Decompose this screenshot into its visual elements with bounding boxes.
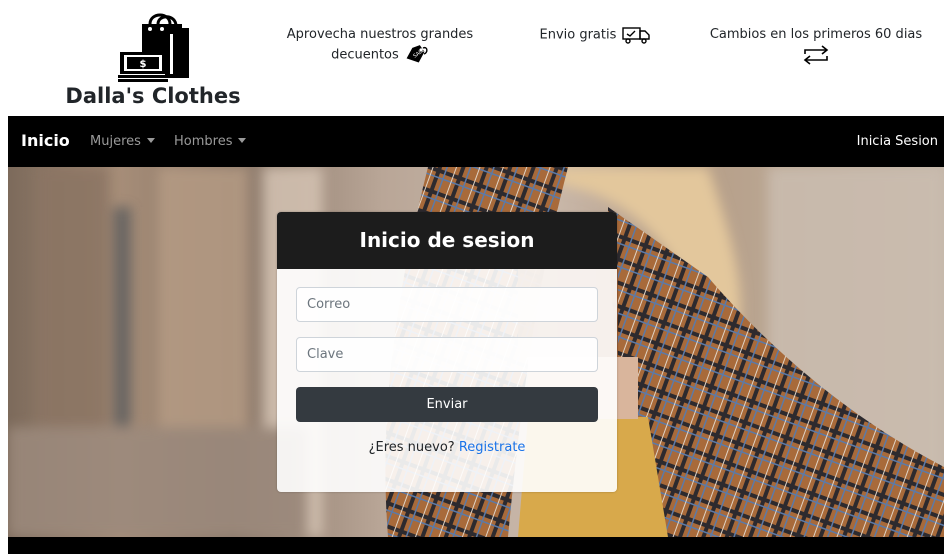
brand[interactable]: $ Dalla's Clothes [58,4,248,114]
exchange-arrows-icon [803,45,829,65]
top-header: $ Dalla's Clothes Aprovecha nuestros gra… [0,0,944,116]
nav-hombres-dropdown[interactable]: Hombres [174,134,247,149]
nav-mujeres-dropdown[interactable]: Mujeres [90,134,155,149]
promo-free-shipping: Envio gratis [520,25,670,46]
register-prompt: ¿Eres nuevo? [368,440,455,455]
promo-discounts: Aprovecha nuestros grandes decuentos SAL… [274,25,486,66]
register-line: ¿Eres nuevo? Registrate [296,440,598,455]
promo-free-shipping-text: Envio gratis [539,27,617,43]
email-input[interactable] [296,287,598,322]
delivery-truck-icon [621,27,650,44]
caret-down-icon [238,138,247,143]
promo-exchanges-text: Cambios en los primeros 60 dias [709,27,923,42]
nav-login-link[interactable]: Inicia Sesion [857,134,938,149]
register-link[interactable]: Registrate [459,440,526,455]
hero-bottom-bar [8,537,944,554]
promo-discounts-text: Aprovecha nuestros grandes decuentos [286,27,474,63]
login-form: Enviar ¿Eres nuevo? Registrate [277,269,617,455]
caret-down-icon [146,138,155,143]
submit-button[interactable]: Enviar [296,387,598,422]
shopping-bags-money-icon: $ [118,13,189,82]
login-card: Inicio de sesion Enviar ¿Eres nuevo? Reg… [277,212,617,492]
nav-home-link[interactable]: Inicio [21,131,70,150]
login-title: Inicio de sesion [277,212,617,269]
svg-text:$: $ [140,59,147,70]
nav-mujeres-label: Mujeres [90,134,141,149]
brand-name: Dalla's Clothes [65,84,241,108]
nav-hombres-label: Hombres [174,134,233,149]
promo-exchanges: Cambios en los primeros 60 dias [706,25,926,66]
main-navbar: Inicio Mujeres Hombres Inicia Sesion [8,116,944,167]
sale-tag-icon: SALE [406,45,428,63]
password-input[interactable] [296,337,598,372]
